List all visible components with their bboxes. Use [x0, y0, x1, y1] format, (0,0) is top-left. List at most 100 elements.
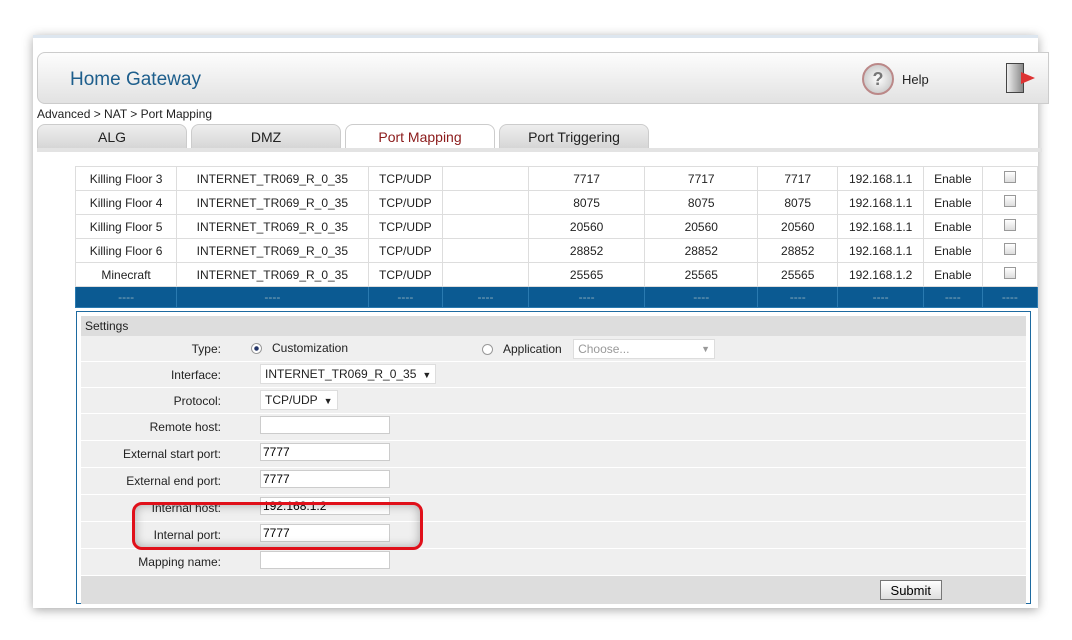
- interface-value: INTERNET_TR069_R_0_35: [265, 367, 417, 381]
- application-select[interactable]: Choose... ▼: [573, 339, 716, 359]
- cell-ext-end-port: 7717: [644, 166, 759, 191]
- cell-status: Enable: [922, 238, 983, 263]
- cell-mapping-name: Killing Floor 6: [74, 238, 178, 263]
- interface-label: Interface:: [170, 368, 221, 382]
- mapping-name-label: Mapping name:: [138, 555, 221, 569]
- submit-row: Submit: [81, 576, 1026, 604]
- cell-ext-end-port: 20560: [644, 214, 759, 239]
- table-row[interactable]: Killing Floor 3 INTERNET_TR069_R_0_35 TCP/…: [74, 166, 1039, 191]
- cell-internal-host: 192.168.1.2: [837, 262, 924, 287]
- cell-internal-port: 8075: [757, 190, 839, 215]
- ext-end-port-input[interactable]: [260, 470, 390, 488]
- selected-cell: ----: [367, 286, 444, 308]
- cell-internal-port: 20560: [757, 214, 839, 239]
- cell-ext-start-port: 28852: [527, 238, 646, 263]
- row-checkbox[interactable]: [1003, 219, 1016, 231]
- cell-mapping-name: Killing Floor 5: [74, 214, 178, 239]
- cell-status: Enable: [922, 262, 983, 287]
- table-row[interactable]: Killing Floor 4 INTERNET_TR069_R_0_35 TCP/…: [74, 190, 1039, 215]
- cell-status: Enable: [922, 166, 983, 191]
- tab-dmz[interactable]: DMZ: [191, 124, 341, 149]
- cell-mapping-name: Killing Floor 3: [74, 166, 178, 191]
- selected-cell: ----: [527, 286, 646, 308]
- logout-door-icon[interactable]: [1006, 63, 1035, 93]
- row-checkbox[interactable]: [1003, 267, 1016, 279]
- cell-select[interactable]: [981, 214, 1039, 239]
- application-label: Application: [503, 342, 562, 356]
- mapping-name-input[interactable]: [260, 551, 390, 569]
- cell-protocol: TCP/UDP: [367, 214, 444, 239]
- help-button[interactable]: ? Help: [862, 63, 929, 95]
- tab-port-mapping[interactable]: Port Mapping: [345, 124, 495, 149]
- cell-mapping-name: Killing Floor 4: [74, 190, 178, 215]
- cell-ext-end-port: 8075: [644, 190, 759, 215]
- protocol-select[interactable]: TCP/UDP ▼: [260, 390, 338, 410]
- interface-select[interactable]: INTERNET_TR069_R_0_35 ▼: [260, 364, 437, 384]
- cell-ext-start-port: 8075: [527, 190, 646, 215]
- ext-start-port-input[interactable]: [260, 443, 390, 461]
- tab-port-triggering[interactable]: Port Triggering: [499, 124, 649, 149]
- cell-remote-host: [442, 238, 529, 263]
- chevron-down-icon: ▼: [323, 396, 333, 406]
- row-checkbox[interactable]: [1003, 195, 1016, 207]
- remote-host-row: Remote host:: [81, 414, 1026, 441]
- highlight-annotation: [132, 502, 423, 550]
- selected-cell: ----: [837, 286, 924, 308]
- cell-protocol: TCP/UDP: [367, 190, 444, 215]
- cell-mapping-name: Minecraft: [74, 262, 178, 287]
- row-checkbox[interactable]: [1003, 243, 1016, 255]
- cell-protocol: TCP/UDP: [367, 166, 444, 191]
- protocol-label: Protocol:: [173, 394, 221, 408]
- cell-select[interactable]: [981, 190, 1039, 215]
- question-icon: ?: [862, 63, 894, 95]
- chevron-down-icon: ▼: [701, 344, 711, 354]
- protocol-value: TCP/UDP: [265, 393, 318, 407]
- tab-alg[interactable]: ALG: [37, 124, 187, 149]
- cell-ext-start-port: 7717: [527, 166, 646, 191]
- submit-button[interactable]: Submit: [879, 580, 942, 600]
- cell-interface: INTERNET_TR069_R_0_35: [176, 238, 369, 263]
- cell-ext-end-port: 25565: [644, 262, 759, 287]
- customization-radio[interactable]: [251, 343, 262, 355]
- selected-cell: ----: [981, 286, 1039, 308]
- ext-start-label: External start port:: [122, 447, 221, 461]
- selected-cell: ----: [922, 286, 983, 308]
- row-checkbox[interactable]: [1003, 171, 1016, 183]
- mapping-name-row: Mapping name:: [81, 549, 1026, 576]
- cell-remote-host: [442, 214, 529, 239]
- cell-ext-start-port: 20560: [527, 214, 646, 239]
- cell-select[interactable]: [981, 262, 1039, 287]
- help-label: Help: [902, 71, 929, 87]
- ext-start-row: External start port:: [81, 441, 1026, 468]
- settings-title: Settings: [81, 316, 1026, 336]
- ext-end-label: External end port:: [126, 474, 221, 488]
- cell-ext-end-port: 28852: [644, 238, 759, 263]
- cell-protocol: TCP/UDP: [367, 238, 444, 263]
- selected-cell: ----: [644, 286, 759, 308]
- chevron-down-icon: ▼: [422, 370, 432, 380]
- selected-cell: ----: [442, 286, 529, 308]
- table-row[interactable]: Killing Floor 5 INTERNET_TR069_R_0_35 TCP/…: [74, 214, 1039, 239]
- cell-select[interactable]: [981, 238, 1039, 263]
- remote-host-label: Remote host:: [149, 420, 221, 434]
- cell-interface: INTERNET_TR069_R_0_35: [176, 190, 369, 215]
- type-label: Type:: [191, 342, 221, 356]
- app-title: Home Gateway: [70, 69, 201, 90]
- remote-host-input[interactable]: [260, 416, 390, 434]
- settings-panel: Settings Type: Customization Application…: [76, 311, 1031, 604]
- cell-status: Enable: [922, 190, 983, 215]
- application-radio[interactable]: [482, 344, 493, 356]
- cell-internal-host: 192.168.1.1: [837, 166, 924, 191]
- cell-status: Enable: [922, 214, 983, 239]
- cell-ext-start-port: 25565: [527, 262, 646, 287]
- port-mapping-table: Killing Floor 3 INTERNET_TR069_R_0_35 TCP/…: [74, 166, 1039, 308]
- selected-row[interactable]: ---- ---- ---- ---- ---- ---- ---- ---- ---- ----: [74, 286, 1039, 308]
- cell-select[interactable]: [981, 166, 1039, 191]
- table-row[interactable]: Minecraft INTERNET_TR069_R_0_35 TCP/UDP 255…: [74, 262, 1039, 287]
- cell-protocol: TCP/UDP: [367, 262, 444, 287]
- cell-internal-host: 192.168.1.1: [837, 238, 924, 263]
- interface-row: Interface: INTERNET_TR069_R_0_35 ▼: [81, 362, 1026, 388]
- table-row[interactable]: Killing Floor 6 INTERNET_TR069_R_0_35 TCP/…: [74, 238, 1039, 263]
- header-bar: Home Gateway ? Help: [37, 52, 1049, 104]
- ext-end-row: External end port:: [81, 468, 1026, 495]
